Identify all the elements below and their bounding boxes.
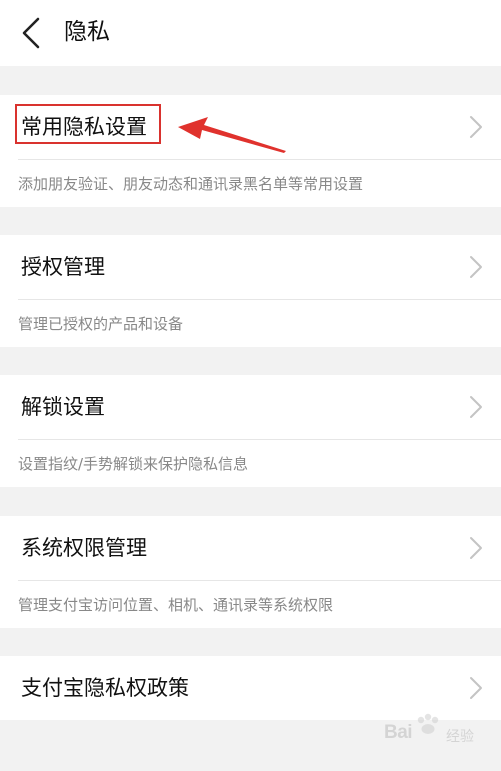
menu-item-label: 支付宝隐私权政策 [21,676,189,700]
menu-item-label: 系统权限管理 [21,536,147,560]
baidu-watermark: Bai 经验 [384,713,496,756]
menu-item-system-permission-management[interactable]: 系统权限管理 [0,516,501,580]
section-authorization: 授权管理 管理已授权的产品和设备 [0,235,501,347]
chevron-right-icon [470,116,482,138]
page-title: 隐私 [64,19,110,45]
back-button[interactable] [12,12,52,54]
section-common-privacy: 常用隐私设置 添加朋友验证、朋友动态和通讯录黑名单等常用设置 [0,95,501,207]
paw-icon [417,713,439,734]
annotation-arrow-icon [178,117,286,153]
menu-item-description: 管理支付宝访问位置、相机、通讯录等系统权限 [18,596,334,614]
divider [18,299,501,300]
divider [18,159,501,160]
watermark-brand: Bai [384,722,413,743]
section-unlock: 解锁设置 设置指纹/手势解锁来保护隐私信息 [0,375,501,487]
chevron-right-icon [470,537,482,559]
chevron-right-icon [470,677,482,699]
menu-item-privacy-policy[interactable]: 支付宝隐私权政策 [0,656,501,720]
menu-item-label: 授权管理 [21,255,105,279]
watermark-suffix: 经验 [446,729,474,745]
chevron-right-icon [470,256,482,278]
navigation-bar: 隐私 [0,0,501,66]
chevron-left-icon [22,17,40,49]
menu-item-description: 管理已授权的产品和设备 [18,315,184,333]
menu-item-label: 解锁设置 [21,395,105,419]
section-privacy-policy: 支付宝隐私权政策 [0,656,501,720]
chevron-right-icon [470,396,482,418]
menu-item-description: 添加朋友验证、朋友动态和通讯录黑名单等常用设置 [18,175,364,193]
menu-item-authorization-management[interactable]: 授权管理 [0,235,501,299]
annotation-highlight-box [15,104,161,144]
divider [18,439,501,440]
menu-item-unlock-settings[interactable]: 解锁设置 [0,375,501,439]
menu-item-description: 设置指纹/手势解锁来保护隐私信息 [18,455,249,473]
section-system-permissions: 系统权限管理 管理支付宝访问位置、相机、通讯录等系统权限 [0,516,501,628]
divider [18,580,501,581]
